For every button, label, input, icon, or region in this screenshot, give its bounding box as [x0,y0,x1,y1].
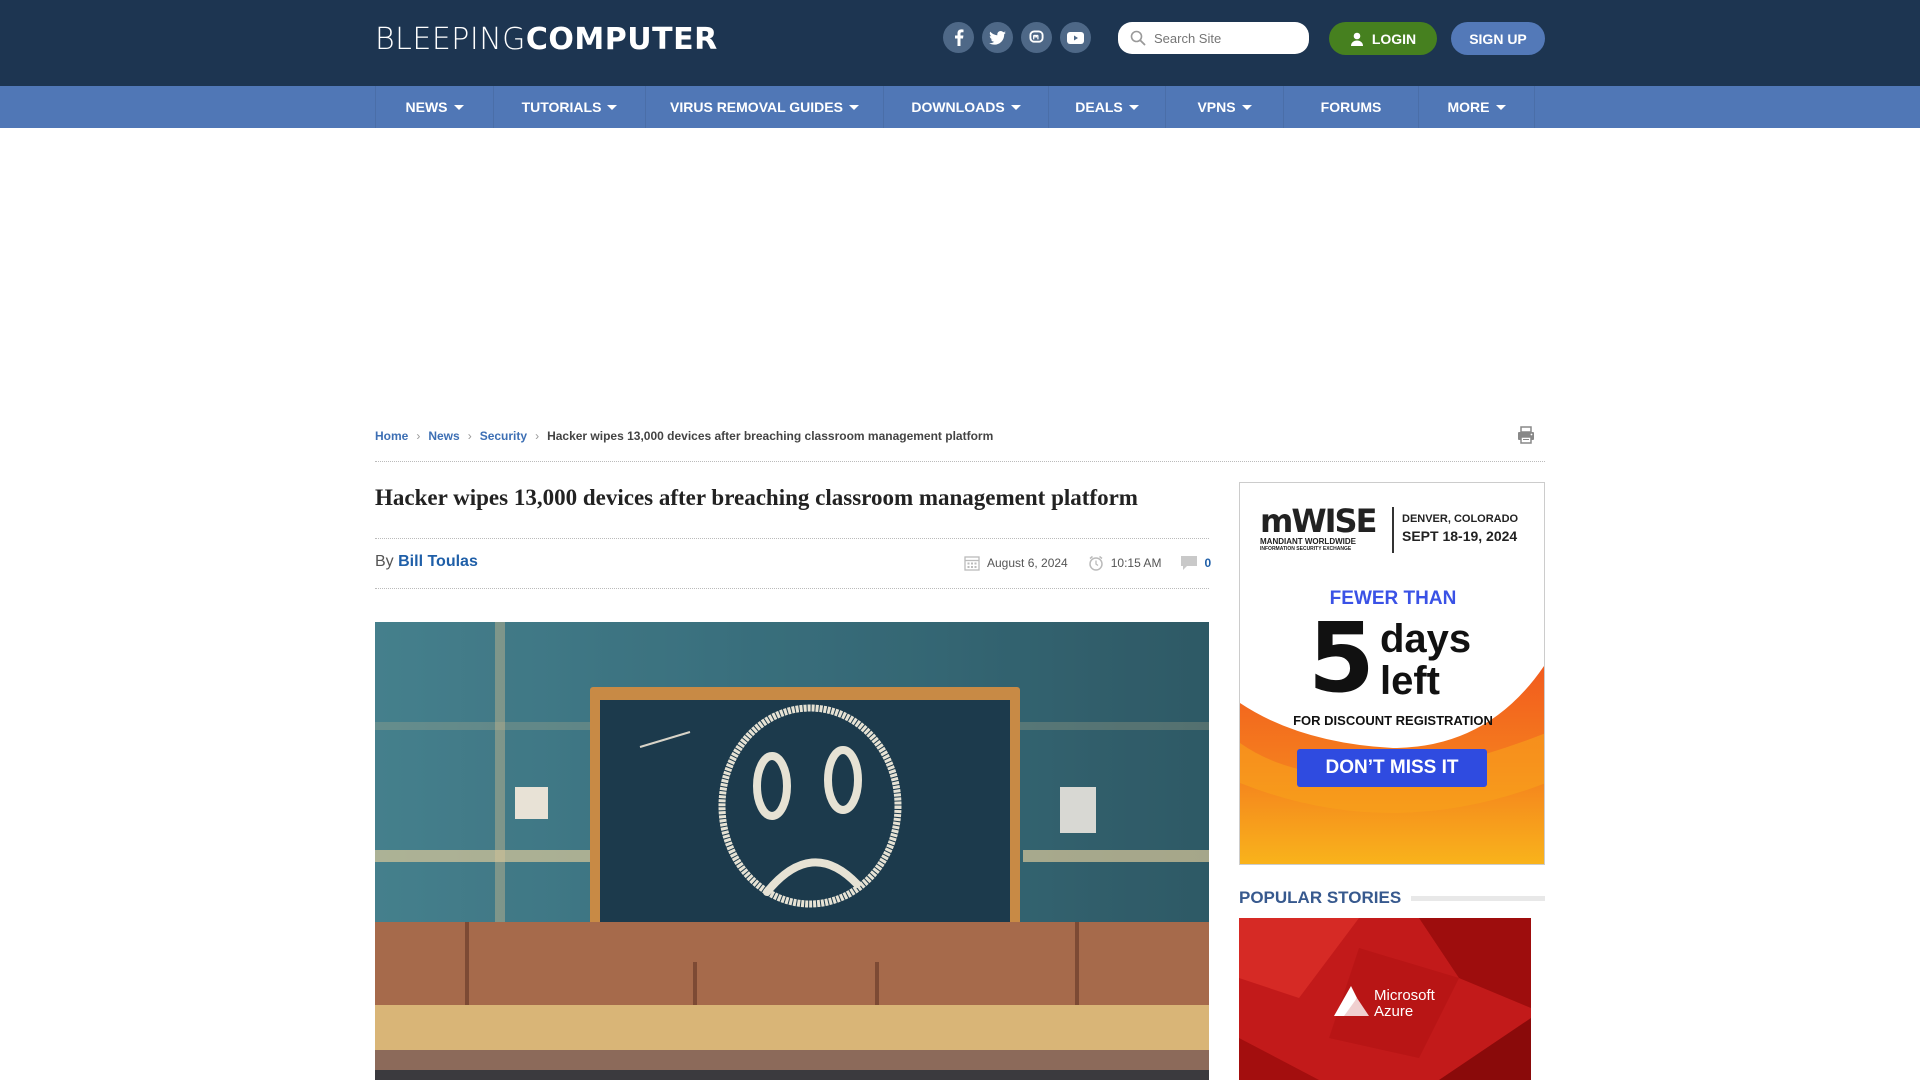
byline: By Bill Toulas [375,553,478,571]
youtube-icon[interactable] [1060,22,1091,53]
popular-stories-rule [1411,895,1545,901]
popular-stories-title: POPULAR STORIES [1239,888,1402,907]
login-button[interactable]: LOGIN [1329,22,1437,55]
article-date: August 6, 2024 [987,556,1068,570]
nav-label: MORE [1447,99,1490,115]
nav-forums[interactable]: FORUMS [1284,86,1419,128]
nav-news[interactable]: NEWS [376,86,494,128]
login-label: LOGIN [1371,30,1417,47]
caret-down-icon [848,104,859,110]
nav-label: FORUMS [1320,99,1382,115]
ad-cta-button[interactable]: DON’T MISS IT [1297,749,1487,787]
article-hero-image [375,622,1209,1080]
logo-text-light: BLEEPING [375,22,526,57]
caret-down-icon [453,104,464,110]
breadcrumb-divider [375,461,1545,462]
chevron-right-icon: › [416,429,421,443]
story-image-text: Microsoft Azure [1374,988,1435,1020]
user-icon [1350,32,1363,46]
ad-location: DENVER, COLORADO [1402,513,1519,525]
nav-label: VIRUS REMOVAL GUIDES [670,99,843,115]
ad-brand-sub2: INFORMATION SECURITY EXCHANGE [1260,546,1352,552]
nav-label: DOWNLOADS [911,99,1005,115]
breadcrumb-home[interactable]: Home [375,429,408,443]
facebook-icon[interactable] [943,22,974,53]
chalkboard-illustration [375,622,1209,1080]
title-divider [375,538,1209,539]
main-nav: NEWS TUTORIALS VIRUS REMOVAL GUIDES DOWN… [0,86,1920,128]
signup-label: SIGN UP [1469,30,1527,47]
signup-button[interactable]: SIGN UP [1451,22,1545,55]
caret-down-icon [1495,104,1506,110]
nav-vpns[interactable]: VPNS [1166,86,1284,128]
byline-divider [375,588,1209,589]
calendar-icon [964,556,980,571]
search-icon [1130,30,1146,46]
chevron-right-icon: › [467,429,472,443]
story-image-text-line2: Azure [1374,1003,1414,1020]
ad-days: days [1380,617,1472,661]
ad-days-left: days left [1380,618,1471,702]
ad-left: left [1380,659,1440,703]
popular-stories-header: POPULAR STORIES [1239,888,1545,908]
mwise-logo: mWISE MANDIANT WORLDWIDE INFORMATION SEC… [1260,502,1377,552]
comments-item[interactable]: 0 [1181,555,1211,571]
nav-label: VPNS [1197,99,1236,115]
site-header: BLEEPINGCOMPUTER LOGIN SIGN UP [0,0,1920,86]
time-item: 10:15 AM [1088,555,1162,571]
sidebar-ad[interactable]: mWISE MANDIANT WORLDWIDE INFORMATION SEC… [1239,482,1545,865]
popular-story-image[interactable]: Microsoft Azure [1239,918,1531,1080]
ad-subtitle: FOR DISCOUNT REGISTRATION [1293,713,1493,728]
comment-icon [1181,555,1198,570]
date-item: August 6, 2024 [964,555,1068,571]
clock-icon [1088,555,1103,571]
breadcrumb-current: Hacker wipes 13,000 devices after breach… [547,429,994,443]
nav-label: NEWS [405,99,448,115]
breadcrumb: Home › News › Security › Hacker wipes 13… [375,429,993,443]
ad-event-info: DENVER, COLORADO SEPT 18-19, 2024 [1402,513,1518,544]
breadcrumb-news[interactable]: News [428,429,459,443]
article-time: 10:15 AM [1110,556,1162,570]
search-box[interactable] [1118,22,1309,54]
nav-label: DEALS [1075,99,1123,115]
ad-big-number: 5 [1308,602,1375,714]
nav-deals[interactable]: DEALS [1049,86,1166,128]
nav-virus-removal-guides[interactable]: VIRUS REMOVAL GUIDES [646,86,884,128]
author-link[interactable]: Bill Toulas [398,553,478,570]
breadcrumb-security[interactable]: Security [480,429,527,443]
caret-down-icon [607,104,618,110]
print-icon[interactable] [1516,425,1536,450]
article-meta: August 6, 2024 10:15 AM 0 [944,555,1211,571]
nav-more[interactable]: MORE [1419,86,1535,128]
nav-tutorials[interactable]: TUTORIALS [494,86,646,128]
nav-label: TUTORIALS [521,99,602,115]
site-logo[interactable]: BLEEPINGCOMPUTER [375,22,718,57]
mastodon-icon[interactable] [1021,22,1052,53]
story-image-text-line1: Microsoft [1374,987,1435,1004]
article-title: Hacker wipes 13,000 devices after breach… [375,485,1138,510]
caret-down-icon [1128,104,1139,110]
twitter-icon[interactable] [982,22,1013,53]
ad-divider [1392,507,1394,553]
caret-down-icon [1010,104,1021,110]
chevron-right-icon: › [535,429,540,443]
ad-dates: SEPT 18-19, 2024 [1402,528,1518,544]
search-input[interactable] [1154,30,1304,46]
ad-fewer-than: FEWER THAN [1329,588,1457,609]
nav-downloads[interactable]: DOWNLOADS [884,86,1049,128]
caret-down-icon [1241,104,1252,110]
ad-brand: mWISE [1260,502,1377,540]
comments-count[interactable]: 0 [1204,556,1211,570]
logo-text-bold: COMPUTER [525,22,718,57]
by-label: By [375,553,394,570]
